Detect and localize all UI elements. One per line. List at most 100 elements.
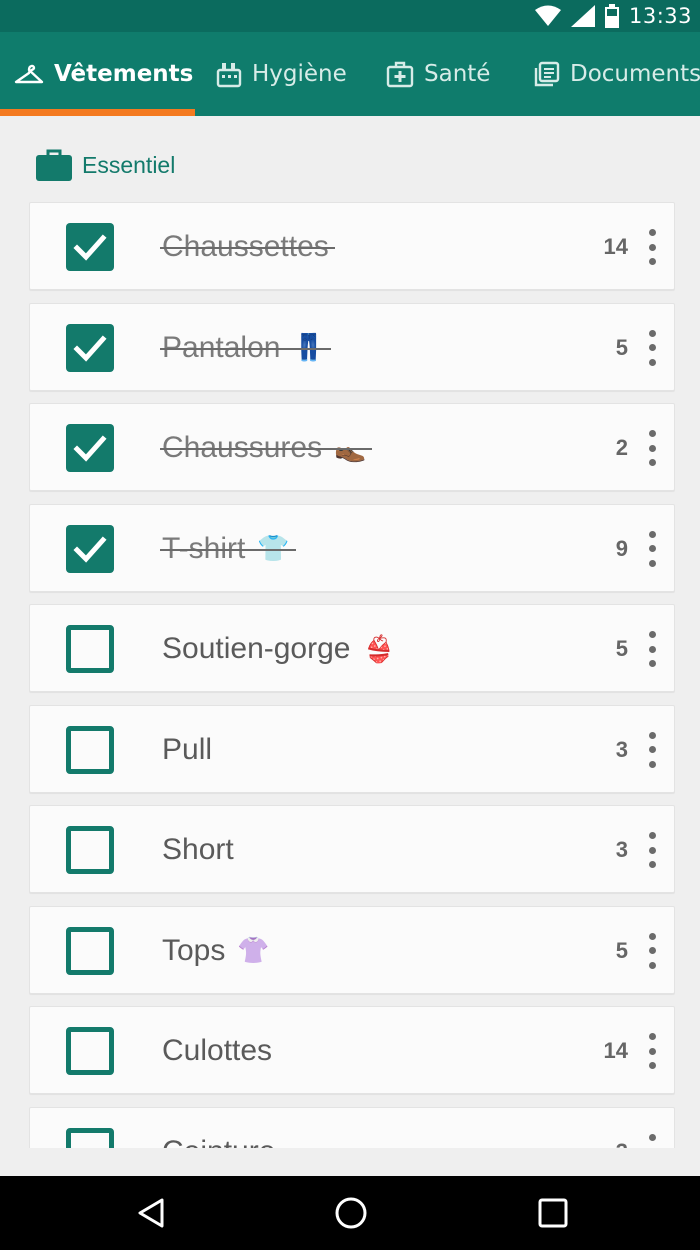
tab-sante[interactable]: Santé xyxy=(386,32,490,116)
strikethrough-line xyxy=(160,448,373,450)
checkbox-checked[interactable] xyxy=(66,424,114,472)
checkbox-unchecked[interactable] xyxy=(66,926,114,975)
item-name: Tops xyxy=(162,933,226,967)
item-quantity: 14 xyxy=(603,1038,628,1063)
item-label-wrap: Chaussures 👞 xyxy=(160,404,373,492)
more-options-icon[interactable] xyxy=(648,832,656,868)
checkbox-unchecked[interactable] xyxy=(66,826,114,874)
first-aid-icon xyxy=(386,61,414,88)
list-item[interactable]: Pull 3 xyxy=(29,704,675,794)
checkmark-icon xyxy=(73,535,107,563)
item-label: Pantalon 👖 xyxy=(160,304,331,392)
checkbox-checked[interactable] xyxy=(66,323,114,372)
item-quantity: 14 xyxy=(603,234,628,259)
active-tab-indicator xyxy=(0,109,195,116)
item-name: Soutien-gorge xyxy=(162,632,351,665)
item-name: Pull xyxy=(162,732,213,766)
back-icon[interactable] xyxy=(133,1195,169,1231)
item-label-wrap: Ceinture xyxy=(162,1108,275,1149)
item-quantity: 3 xyxy=(615,837,628,862)
documents-icon xyxy=(534,61,560,87)
hanger-icon xyxy=(14,64,44,84)
wifi-icon xyxy=(534,5,561,26)
item-label: Culottes xyxy=(162,1007,272,1095)
item-label-wrap: Chaussettes xyxy=(160,203,335,291)
more-options-icon[interactable] xyxy=(648,1033,656,1069)
item-label: Chaussures 👞 xyxy=(160,404,373,492)
checkbox-checked[interactable] xyxy=(66,223,114,271)
list-item[interactable]: Tops 👚 5 xyxy=(29,905,675,995)
item-name: Culottes xyxy=(162,1034,273,1067)
item-label-wrap: Pantalon 👖 xyxy=(160,304,331,392)
strikethrough-line xyxy=(160,548,296,551)
status-bar: 13:33 xyxy=(0,0,700,32)
more-options-icon[interactable] xyxy=(648,229,656,265)
more-options-icon[interactable] xyxy=(648,631,656,667)
section-title: Essentiel xyxy=(82,151,176,178)
item-emoji-icon: 👙 xyxy=(362,633,395,664)
list-item[interactable]: T-shirt 👕 9 xyxy=(29,503,675,593)
tab-label: Documents xyxy=(570,61,700,87)
checkbox-unchecked[interactable] xyxy=(66,725,114,774)
strikethrough-line xyxy=(160,347,331,350)
toiletries-icon xyxy=(216,63,242,88)
item-label-wrap: Tops 👚 xyxy=(162,907,270,995)
tab-label: Santé xyxy=(424,61,491,87)
list-item[interactable]: Short 3 xyxy=(29,805,675,893)
tab-label: Vêtements xyxy=(54,61,194,87)
strikethrough-line xyxy=(160,247,335,249)
list-item[interactable]: Ceinture 3 xyxy=(29,1106,675,1149)
item-name: Short xyxy=(162,833,234,866)
status-icons: 13:33 xyxy=(534,0,692,32)
more-options-icon[interactable] xyxy=(648,430,656,466)
more-options-icon[interactable] xyxy=(648,932,656,969)
item-label: Chaussettes xyxy=(160,203,335,291)
item-quantity: 5 xyxy=(615,334,628,360)
list-item[interactable]: Soutien-gorge 👙 5 xyxy=(29,604,675,692)
tab-label: Hygiène xyxy=(252,61,347,87)
tab-documents[interactable]: Documents xyxy=(534,32,700,116)
recents-icon[interactable] xyxy=(535,1195,571,1231)
item-label: T-shirt 👕 xyxy=(160,505,296,593)
battery-icon xyxy=(604,4,619,28)
list-item[interactable]: Chaussettes 14 xyxy=(29,202,675,290)
item-quantity: 3 xyxy=(616,1108,628,1149)
more-options-icon[interactable] xyxy=(648,731,656,768)
item-label: Pull xyxy=(162,706,212,794)
checkmark-icon xyxy=(73,435,107,462)
item-label: Short xyxy=(162,806,234,894)
more-options-icon[interactable] xyxy=(648,530,656,567)
status-time: 13:33 xyxy=(628,4,692,28)
item-list: Chaussettes 14 Pantalon 👖 5 Chaussures 👞 2 T-shi… xyxy=(29,202,675,1148)
item-label-wrap: Culottes xyxy=(162,1007,272,1095)
item-quantity: 3 xyxy=(615,736,628,762)
more-options-icon[interactable] xyxy=(648,329,656,366)
list-item[interactable]: Pantalon 👖 5 xyxy=(29,302,675,392)
item-quantity: 9 xyxy=(615,535,628,561)
item-label-wrap: Short xyxy=(162,806,234,894)
section-header: Essentiel xyxy=(36,148,175,182)
more-options-icon[interactable] xyxy=(648,1133,656,1149)
checkmark-icon xyxy=(73,234,107,261)
checkbox-checked[interactable] xyxy=(66,524,114,573)
suitcase-icon xyxy=(36,149,72,181)
tab-vetements[interactable]: Vêtements xyxy=(14,32,193,116)
item-label: Soutien-gorge 👙 xyxy=(162,605,395,693)
item-label-wrap: Soutien-gorge 👙 xyxy=(162,605,395,693)
navigation-bar xyxy=(0,1176,700,1250)
checkmark-icon xyxy=(73,334,107,362)
cellular-signal-icon xyxy=(570,5,595,27)
item-label: Ceinture xyxy=(162,1108,275,1149)
checkbox-unchecked[interactable] xyxy=(66,1027,114,1075)
item-label-wrap: T-shirt 👕 xyxy=(160,505,296,593)
tab-hygiene[interactable]: Hygiène xyxy=(216,32,347,116)
item-quantity: 2 xyxy=(615,435,628,460)
list-item[interactable]: Chaussures 👞 2 xyxy=(29,403,675,491)
item-quantity: 5 xyxy=(615,937,628,963)
checkbox-unchecked[interactable] xyxy=(66,1127,114,1148)
tab-bar: Vêtements Hygiène Santé Documents xyxy=(0,32,700,116)
home-icon[interactable] xyxy=(333,1195,369,1231)
list-item[interactable]: Culottes 14 xyxy=(29,1006,675,1094)
item-label: Tops 👚 xyxy=(162,907,270,995)
checkbox-unchecked[interactable] xyxy=(66,625,114,673)
